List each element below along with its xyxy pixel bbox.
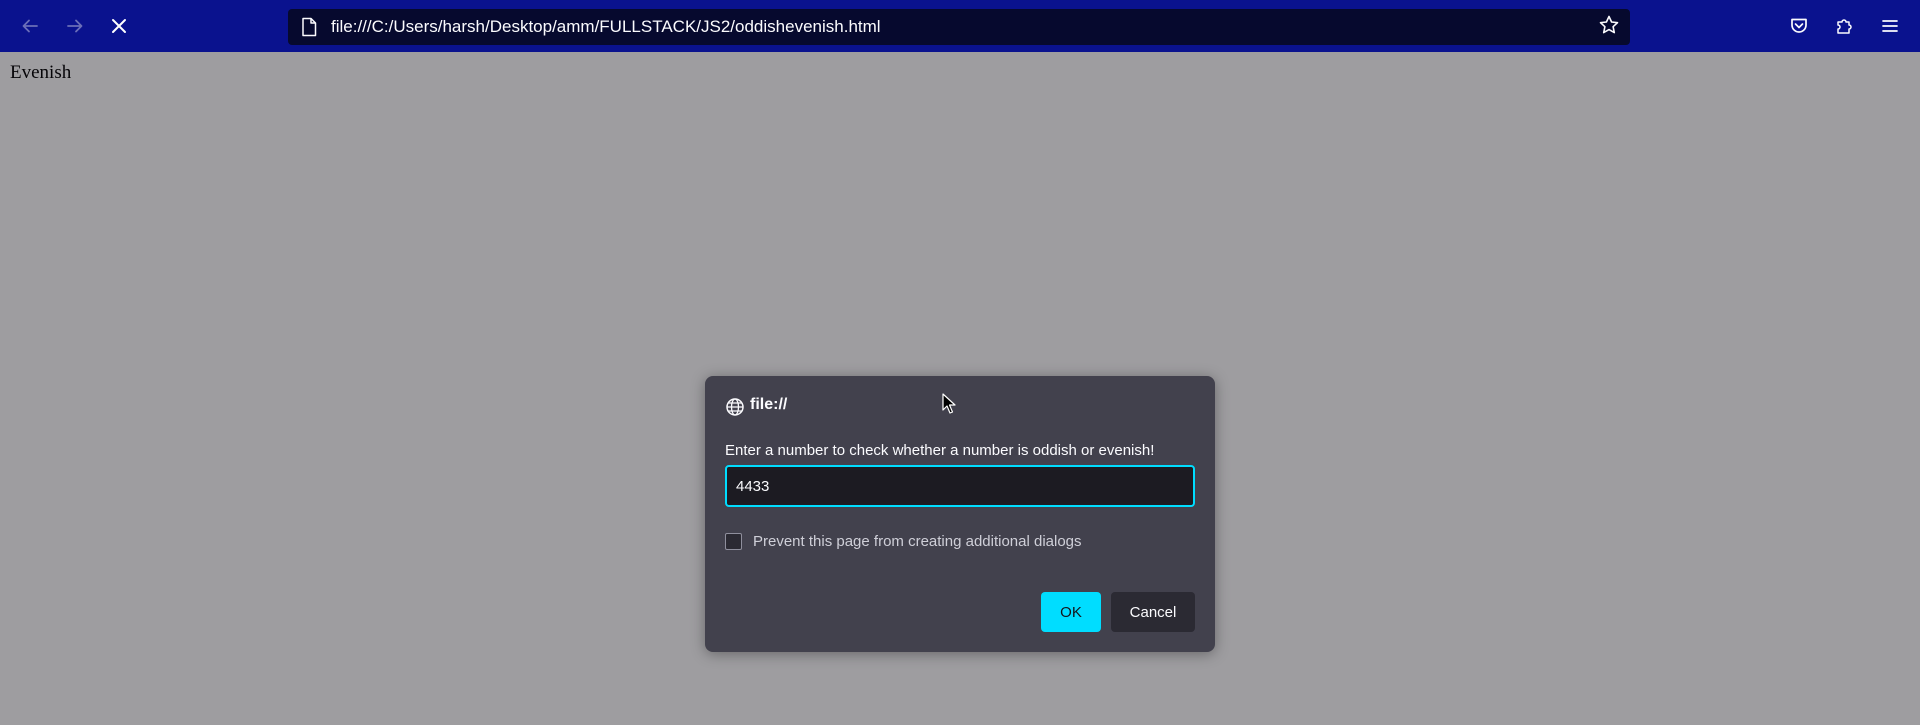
puzzle-extensions-icon <box>1835 16 1855 36</box>
pocket-icon <box>1789 16 1809 36</box>
back-button[interactable] <box>12 9 48 43</box>
pocket-button[interactable] <box>1781 9 1817 43</box>
browser-toolbar: file:///C:/Users/harsh/Desktop/amm/FULLS… <box>0 0 1920 52</box>
bookmark-star-button[interactable] <box>1596 14 1622 40</box>
forward-button[interactable] <box>57 9 93 43</box>
mouse-cursor-icon <box>942 393 956 420</box>
app-menu-button[interactable] <box>1872 9 1908 43</box>
url-text[interactable]: file:///C:/Users/harsh/Desktop/amm/FULLS… <box>331 9 881 45</box>
prevent-dialogs-label[interactable]: Prevent this page from creating addition… <box>753 533 1082 550</box>
url-bar[interactable]: file:///C:/Users/harsh/Desktop/amm/FULLS… <box>288 9 1630 45</box>
back-arrow-icon <box>20 16 40 36</box>
prevent-dialogs-checkbox[interactable] <box>725 533 742 550</box>
cancel-button[interactable]: Cancel <box>1111 592 1195 632</box>
prompt-dialog: file:// Enter a number to check whether … <box>705 376 1215 652</box>
hamburger-menu-icon <box>1880 16 1900 36</box>
stop-button[interactable] <box>101 9 137 43</box>
forward-arrow-icon <box>65 16 85 36</box>
dialog-origin: file:// <box>750 396 788 413</box>
page-icon <box>300 17 318 42</box>
extensions-button[interactable] <box>1827 9 1863 43</box>
globe-icon <box>725 397 745 422</box>
prompt-input[interactable] <box>725 465 1195 507</box>
star-icon <box>1598 14 1620 41</box>
ok-button[interactable]: OK <box>1041 592 1101 632</box>
stop-loading-icon <box>109 16 129 36</box>
dialog-message: Enter a number to check whether a number… <box>725 442 1155 459</box>
